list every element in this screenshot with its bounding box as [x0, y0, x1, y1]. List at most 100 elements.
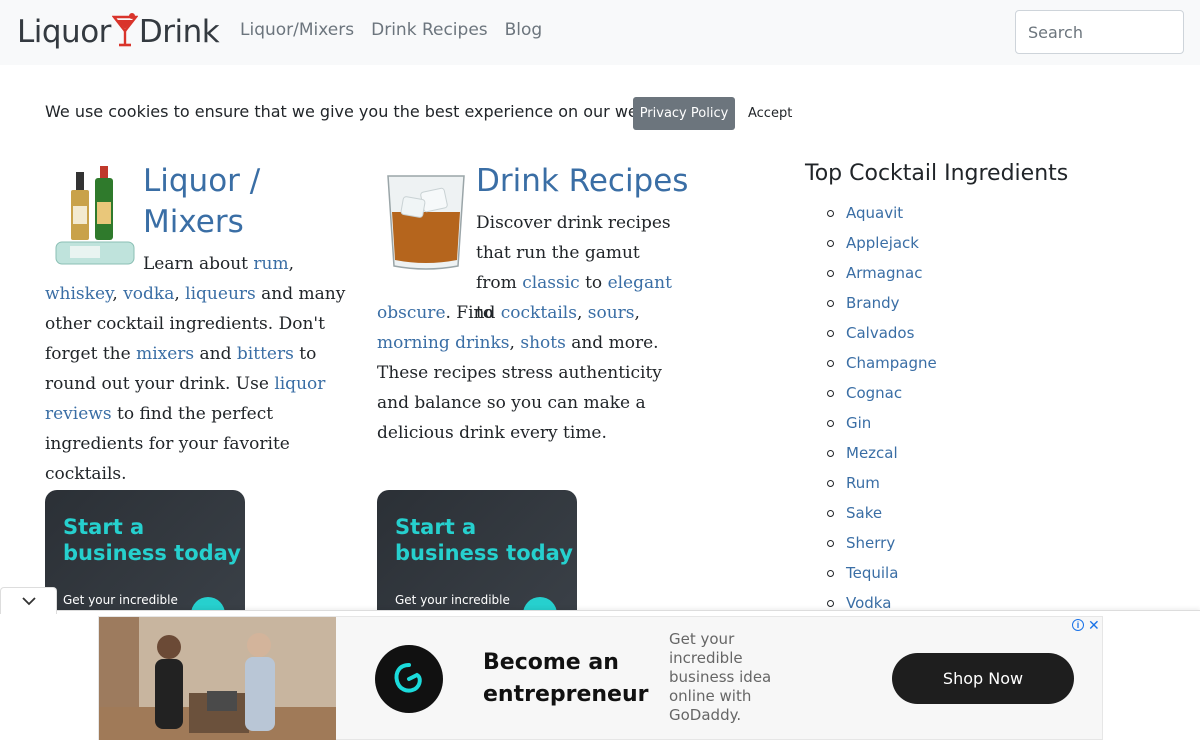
ingredient-link[interactable]: Brandy — [846, 288, 900, 318]
martini-glass-icon — [111, 13, 138, 47]
chevron-down-icon — [21, 597, 36, 606]
list-item: Mezcal — [805, 438, 937, 468]
nav-link-blog[interactable]: Blog — [505, 20, 543, 40]
ingredient-link[interactable]: Armagnac — [846, 258, 922, 288]
collapse-ad-button[interactable] — [0, 587, 57, 614]
ad-card-headline: Start a business today — [395, 515, 573, 565]
list-item: Armagnac — [805, 258, 937, 288]
top-ingredients-list: Aquavit Applejack Armagnac Brandy Calvad… — [805, 198, 937, 618]
banner-headline: Become an entrepreneur — [483, 650, 649, 707]
bullet-icon — [827, 539, 834, 547]
link-elegant[interactable]: elegant — [608, 273, 672, 293]
text-segment: . Find — [445, 303, 501, 323]
list-item: Cognac — [805, 378, 937, 408]
link-morning-drinks[interactable]: morning drinks — [377, 333, 510, 353]
link-liqueurs[interactable]: liqueurs — [185, 284, 256, 304]
list-item: Gin — [805, 408, 937, 438]
bullet-icon — [827, 239, 834, 247]
text-segment: , — [174, 284, 186, 304]
accept-cookies-button[interactable]: Accept — [748, 106, 792, 121]
ingredient-link[interactable]: Champagne — [846, 348, 937, 378]
nav-link-drink-recipes[interactable]: Drink Recipes — [371, 20, 488, 40]
ingredient-link[interactable]: Tequila — [846, 558, 898, 588]
list-item: Champagne — [805, 348, 937, 378]
bullet-icon — [827, 419, 834, 427]
ingredient-link[interactable]: Calvados — [846, 318, 914, 348]
text-segment: , — [288, 254, 295, 274]
drink-recipes-description-bottom: obscure. Find cocktails, sours, morning d… — [377, 298, 677, 448]
link-vodka[interactable]: vodka — [123, 284, 174, 304]
bullet-icon — [827, 479, 834, 487]
bullet-icon — [827, 599, 834, 607]
close-icon[interactable]: ✕ — [1088, 618, 1100, 632]
link-whiskey[interactable]: whiskey — [45, 284, 112, 304]
list-item: Brandy — [805, 288, 937, 318]
link-sours[interactable]: sours — [588, 303, 635, 323]
text-segment: to — [579, 273, 608, 293]
link-bitters[interactable]: bitters — [237, 344, 294, 364]
godaddy-banner-ad[interactable]: Become an entrepreneur Get your incredib… — [98, 616, 1103, 740]
navbar: Liquor Drink Liquor/Mixers Drink Recipes… — [0, 0, 1200, 65]
whiskey-glass-image[interactable] — [384, 168, 468, 273]
ingredient-link[interactable]: Sake — [846, 498, 882, 528]
bullet-icon — [827, 449, 834, 457]
text-segment: , — [112, 284, 124, 304]
ingredient-link[interactable]: Mezcal — [846, 438, 898, 468]
text-segment: , — [634, 303, 640, 323]
text-segment: , — [509, 333, 521, 353]
liquor-mixers-description: Learn about rum, whiskey, vodka, liqueur… — [45, 249, 350, 489]
ingredient-link[interactable]: Rum — [846, 468, 880, 498]
list-item: Sake — [805, 498, 937, 528]
shop-now-button[interactable]: Shop Now — [892, 653, 1074, 704]
ad-controls: i ✕ — [1072, 618, 1100, 632]
ingredient-link[interactable]: Gin — [846, 408, 871, 438]
godaddy-logo-icon — [375, 645, 443, 713]
drink-recipes-heading[interactable]: Drink Recipes — [476, 161, 706, 202]
list-item: Rum — [805, 468, 937, 498]
brand-logo[interactable]: Liquor Drink — [17, 12, 220, 52]
banner-copy: Get your incredible business idea online… — [669, 630, 772, 724]
ad-info-icon[interactable]: i — [1072, 619, 1084, 631]
bullet-icon — [827, 209, 834, 217]
bullet-icon — [827, 329, 834, 337]
search-input[interactable] — [1015, 10, 1184, 54]
list-item: Sherry — [805, 528, 937, 558]
bullet-icon — [827, 569, 834, 577]
ad-card-start-business[interactable]: Start a business today Get your incredib… — [45, 490, 245, 615]
text-segment: and — [194, 344, 237, 364]
top-ingredients-heading: Top Cocktail Ingredients — [805, 161, 1069, 186]
privacy-policy-button[interactable]: Privacy Policy — [633, 97, 735, 130]
list-item: Applejack — [805, 228, 937, 258]
ingredient-link[interactable]: Sherry — [846, 528, 895, 558]
brand-text-left: Liquor — [17, 14, 111, 50]
ad-card-headline: Start a business today — [63, 515, 241, 565]
link-shots[interactable]: shots — [520, 333, 565, 353]
ad-card-subtext: Get your incredible — [63, 593, 178, 607]
ingredient-link[interactable]: Cognac — [846, 378, 902, 408]
list-item: Calvados — [805, 318, 937, 348]
link-obscure[interactable]: obscure — [377, 303, 446, 323]
bullet-icon — [827, 299, 834, 307]
ad-card-start-business[interactable]: Start a business today Get your incredib… — [377, 490, 577, 615]
brand-text-right: Drink — [138, 14, 220, 50]
text-segment: Learn about — [143, 254, 254, 274]
cookie-notice-text: We use cookies to ensure that we give yo… — [45, 102, 682, 121]
nav-links: Liquor/Mixers Drink Recipes Blog — [240, 20, 542, 40]
ingredient-link[interactable]: Aquavit — [846, 198, 903, 228]
link-mixers[interactable]: mixers — [136, 344, 194, 364]
link-rum[interactable]: rum — [253, 254, 288, 274]
bullet-icon — [827, 509, 834, 517]
list-item: Tequila — [805, 558, 937, 588]
link-cocktails[interactable]: cocktails — [501, 303, 577, 323]
text-segment: , — [576, 303, 588, 323]
liquor-mixers-heading[interactable]: Liquor / Mixers — [143, 161, 303, 243]
link-classic[interactable]: classic — [522, 273, 580, 293]
ad-photo-image — [99, 617, 336, 740]
ad-card-subtext: Get your incredible — [395, 593, 510, 607]
ingredient-link[interactable]: Applejack — [846, 228, 919, 258]
nav-link-liquor-mixers[interactable]: Liquor/Mixers — [240, 20, 354, 40]
list-item: Aquavit — [805, 198, 937, 228]
bullet-icon — [827, 359, 834, 367]
bullet-icon — [827, 269, 834, 277]
bullet-icon — [827, 389, 834, 397]
